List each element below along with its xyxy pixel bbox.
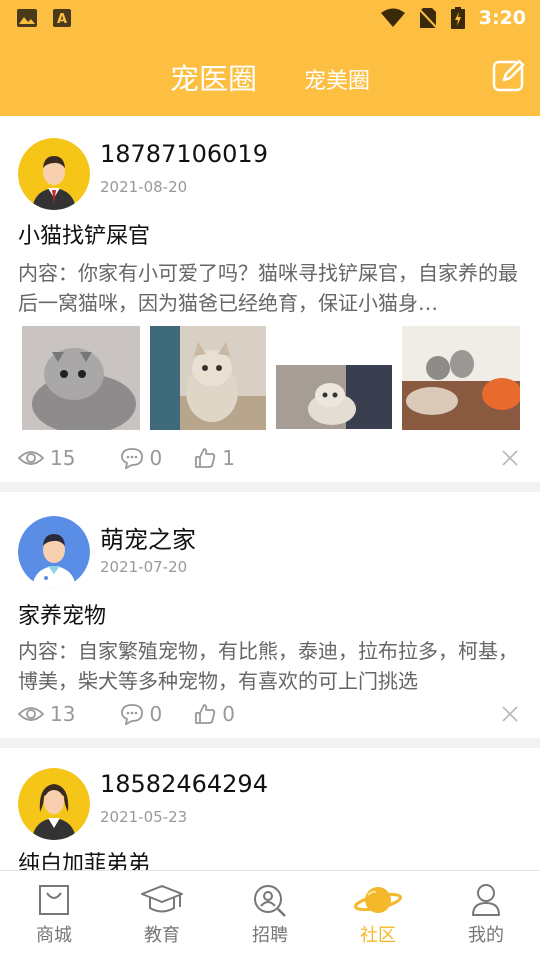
thumbs-up-icon <box>195 448 216 468</box>
post-username[interactable]: 萌宠之家 <box>100 520 196 555</box>
tab-pet-beauty-circle[interactable]: 宠美圈 <box>304 63 370 95</box>
comments-count: 0 <box>149 446 163 470</box>
nav-label: 招聘 <box>252 925 288 946</box>
post-content[interactable]: 内容：你家有小可爱了吗？猫咪寻找铲屎官，自家养的最后一窝猫咪，因为猫爸已经绝育，… <box>18 258 522 318</box>
eye-icon <box>18 707 44 721</box>
likes-stat[interactable]: 0 <box>194 702 235 726</box>
planet-icon <box>354 887 402 913</box>
shop-bag-icon <box>39 885 69 915</box>
nav-item-community[interactable]: 社区 <box>324 871 432 961</box>
post-title[interactable]: 家养宠物 <box>18 598 106 630</box>
post-card[interactable]: 萌宠之家 2021-07-20 家养宠物 内容：自家繁殖宠物，有比熊，泰迪，拉布… <box>0 492 540 738</box>
post-stats: 15 0 1 <box>18 446 259 470</box>
comment-icon <box>121 448 144 469</box>
status-bar: A 3:20 <box>0 0 540 36</box>
comments-count: 0 <box>149 702 163 726</box>
likes-count: 0 <box>222 702 235 726</box>
close-icon[interactable] <box>502 450 518 466</box>
nav-item-education[interactable]: 教育 <box>108 871 216 961</box>
cat-photo[interactable] <box>402 326 520 430</box>
recruit-search-icon <box>254 885 286 917</box>
views-stat: 13 <box>18 702 75 726</box>
post-title[interactable]: 纯白加菲弟弟 <box>18 846 150 870</box>
graduation-cap-icon <box>141 885 183 913</box>
post-photos <box>22 324 522 430</box>
wifi-icon <box>380 8 405 27</box>
post-date: 2021-08-20 <box>100 178 188 196</box>
nav-label: 我的 <box>468 925 504 946</box>
post-date: 2021-05-23 <box>100 808 188 826</box>
top-header: 宠医圈 宠美圈 <box>0 36 540 116</box>
nav-label: 教育 <box>144 925 180 946</box>
edit-post-icon[interactable] <box>492 58 526 92</box>
cat-photo[interactable] <box>150 326 266 430</box>
comment-icon <box>121 704 144 725</box>
likes-count: 1 <box>222 446 235 470</box>
tab-pet-doctor-circle[interactable]: 宠医圈 <box>170 56 257 98</box>
nav-label: 商城 <box>36 925 72 946</box>
comments-stat[interactable]: 0 <box>121 446 162 470</box>
nav-item-mine[interactable]: 我的 <box>432 871 540 961</box>
battery-icon <box>450 7 465 29</box>
post-card[interactable]: 18787106019 2021-08-20 小猫找铲屎官 内容：你家有小可爱了… <box>0 116 540 482</box>
nav-label: 社区 <box>360 925 396 946</box>
views-stat: 15 <box>18 446 75 470</box>
views-count: 15 <box>50 446 76 470</box>
post-content[interactable]: 内容：自家繁殖宠物，有比熊，泰迪，拉布拉多，柯基，博美，柴犬等多种宠物，有喜欢的… <box>18 636 522 696</box>
close-icon[interactable] <box>502 706 518 722</box>
post-card[interactable]: 18582464294 2021-05-23 纯白加菲弟弟 <box>0 748 540 870</box>
comments-stat[interactable]: 0 <box>121 702 162 726</box>
avatar[interactable] <box>18 768 90 840</box>
image-notification-icon <box>17 9 37 27</box>
post-title[interactable]: 小猫找铲屎官 <box>18 218 150 250</box>
cat-photo[interactable] <box>276 365 392 429</box>
no-sim-icon <box>418 8 437 29</box>
post-username[interactable]: 18787106019 <box>100 140 268 168</box>
eye-icon <box>18 451 44 465</box>
user-icon <box>472 884 500 916</box>
app-notification-icon: A <box>53 9 71 27</box>
post-date: 2021-07-20 <box>100 558 188 576</box>
cat-photo[interactable] <box>22 326 140 430</box>
nav-item-recruit[interactable]: 招聘 <box>216 871 324 961</box>
svg-text:A: A <box>57 12 67 27</box>
avatar[interactable] <box>18 516 90 588</box>
post-feed[interactable]: 18787106019 2021-08-20 小猫找铲屎官 内容：你家有小可爱了… <box>0 116 540 870</box>
post-stats: 13 0 0 <box>18 702 259 726</box>
status-time: 3:20 <box>478 7 526 29</box>
views-count: 13 <box>50 702 76 726</box>
bottom-nav: 商城 教育 招聘 社区 我的 <box>0 870 540 961</box>
thumbs-up-icon <box>195 704 216 724</box>
nav-item-shop[interactable]: 商城 <box>0 871 108 961</box>
likes-stat[interactable]: 1 <box>194 446 235 470</box>
post-username[interactable]: 18582464294 <box>100 770 268 798</box>
avatar[interactable] <box>18 138 90 210</box>
